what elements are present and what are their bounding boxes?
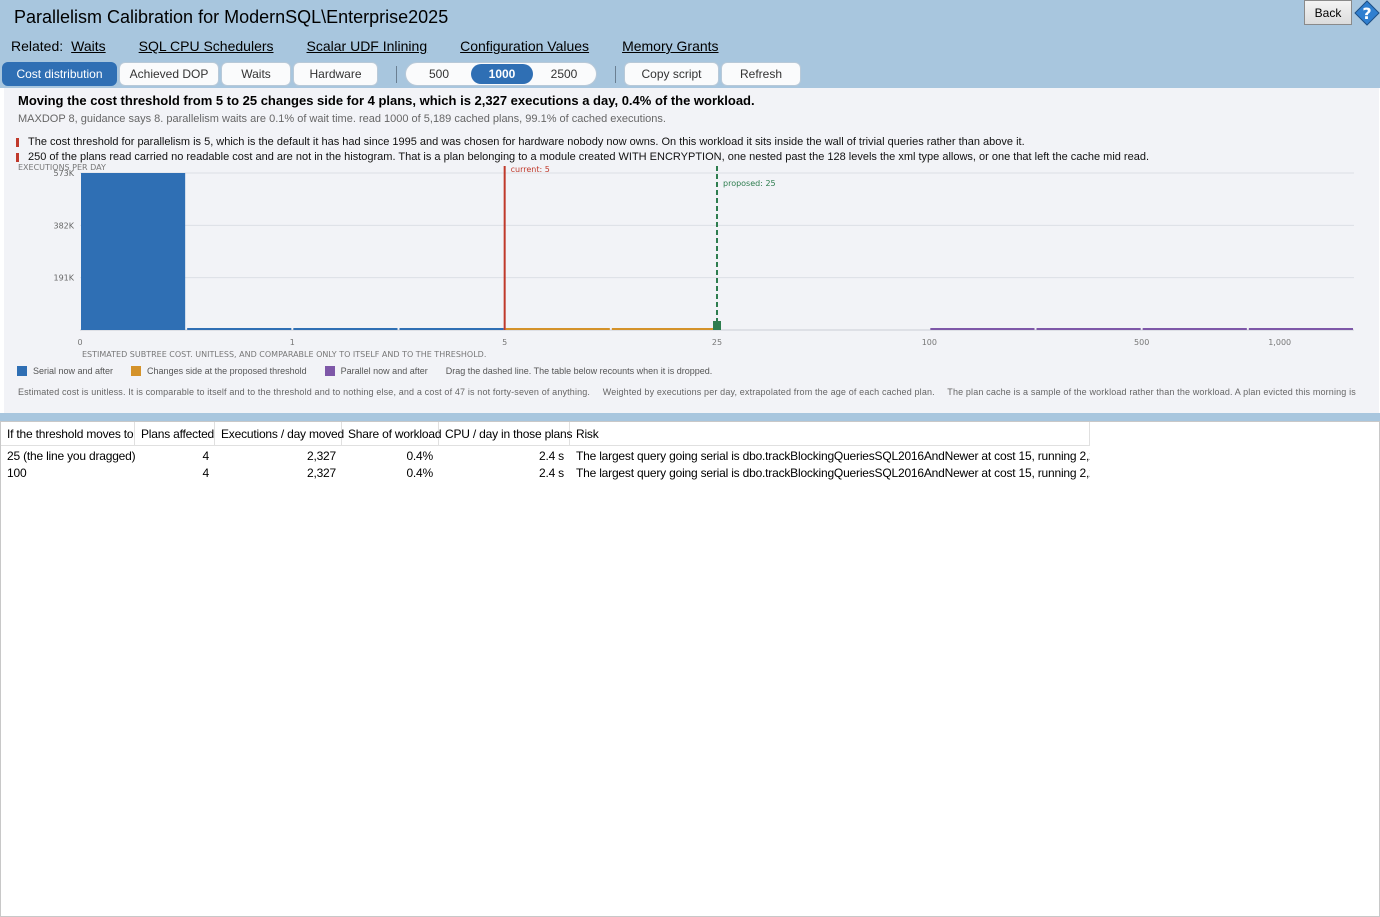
histogram-bar bbox=[399, 328, 504, 330]
legend-swatch-changes-side bbox=[131, 366, 142, 376]
toolbar-divider bbox=[396, 66, 397, 83]
cell-plans-affected: 4 bbox=[202, 449, 210, 463]
column-header-plans-affected[interactable]: Plans affected bbox=[135, 422, 215, 446]
proposed-threshold-label: proposed: 25 bbox=[723, 179, 776, 188]
tab-achieved-dop[interactable]: Achieved DOP bbox=[119, 62, 219, 86]
cell-risk: The largest query going serial is dbo.tr… bbox=[576, 466, 1090, 480]
footnote-weighting: Weighted by executions per day, extrapol… bbox=[602, 387, 935, 397]
x-tick-label: 5 bbox=[502, 338, 507, 347]
threshold-drag-handle bbox=[713, 321, 721, 330]
related-label: Related: bbox=[11, 38, 64, 54]
footnote-plan-cache: The plan cache is a sample of the worklo… bbox=[947, 387, 1356, 397]
x-tick-label: 1 bbox=[290, 338, 295, 347]
table-row[interactable]: 25 (the line you dragged) 4 2,327 0.4% 2… bbox=[1, 448, 1090, 465]
back-button[interactable]: Back bbox=[1304, 0, 1352, 25]
y-axis-label: EXECUTIONS PER DAY bbox=[18, 163, 106, 172]
cell-risk: The largest query going serial is dbo.tr… bbox=[576, 449, 1090, 463]
legend-drag-hint: Drag the dashed line. The table below re… bbox=[445, 366, 713, 376]
toolbar-divider bbox=[615, 66, 616, 83]
cell-threshold: 25 (the line you dragged) bbox=[7, 449, 135, 463]
x-axis-label: ESTIMATED SUBTREE COST. UNITLESS, AND CO… bbox=[82, 350, 486, 359]
legend-item-serial: Serial now and after bbox=[17, 366, 113, 376]
cell-executions-moved: 2,327 bbox=[306, 449, 336, 463]
histogram-bar bbox=[1248, 328, 1353, 330]
histogram-bar bbox=[293, 328, 398, 330]
help-icon[interactable]: ? bbox=[1354, 0, 1380, 26]
related-link-waits[interactable]: Waits bbox=[71, 38, 105, 54]
tab-hardware[interactable]: Hardware bbox=[293, 62, 378, 86]
legend-label-parallel: Parallel now and after bbox=[340, 366, 428, 376]
histogram-bar bbox=[1036, 328, 1141, 330]
cell-cpu-per-day: 2.4 s bbox=[538, 449, 564, 463]
table-row[interactable]: 100 4 2,327 0.4% 2.4 s The largest query… bbox=[1, 465, 1090, 482]
histogram-bar bbox=[505, 328, 610, 330]
column-header-threshold[interactable]: If the threshold moves to bbox=[1, 422, 135, 446]
svg-text:?: ? bbox=[1362, 4, 1371, 23]
related-link-configuration-values[interactable]: Configuration Values bbox=[460, 38, 589, 54]
column-header-share-of-workload[interactable]: Share of workload bbox=[342, 422, 442, 446]
related-link-memory-grants[interactable]: Memory Grants bbox=[622, 38, 718, 54]
y-tick-label: 382K bbox=[53, 221, 74, 230]
chart-legend: Serial now and after Changes side at the… bbox=[17, 366, 712, 376]
current-threshold-label: current: 5 bbox=[511, 165, 550, 174]
column-header-cpu-per-day[interactable]: CPU / day in those plans bbox=[439, 422, 572, 446]
cell-cpu-per-day: 2.4 s bbox=[538, 466, 564, 480]
x-tick-label: 1,000 bbox=[1268, 338, 1291, 347]
y-tick-label: 191K bbox=[53, 274, 74, 283]
cost-histogram-chart: 191K382K573KEXECUTIONS PER DAY0 1 5 25 100 50… bbox=[18, 163, 1354, 359]
x-tick-label: 500 bbox=[1134, 338, 1149, 347]
sample-1000-option[interactable]: 1000 bbox=[471, 64, 533, 84]
column-header-executions-moved[interactable]: Executions / day moved bbox=[215, 422, 344, 446]
legend-swatch-parallel bbox=[324, 366, 335, 376]
page-title: Parallelism Calibration for ModernSQL\En… bbox=[14, 7, 449, 27]
cost-distribution-panel: Moving the cost threshold from 5 to 25 c… bbox=[4, 88, 1379, 413]
related-links: Related: Waits SQL CPU Schedulers Scalar… bbox=[11, 38, 752, 54]
table-header: If the threshold moves to Plans affected… bbox=[1, 422, 1090, 446]
copy-script-button[interactable]: Copy script bbox=[624, 62, 719, 86]
sample-size-selector: 500 1000 2500 bbox=[405, 62, 597, 86]
cell-share-of-workload: 0.4% bbox=[406, 466, 433, 480]
tab-waits[interactable]: Waits bbox=[221, 62, 291, 86]
refresh-button[interactable]: Refresh bbox=[721, 62, 801, 86]
legend-item-parallel: Parallel now and after bbox=[324, 366, 428, 376]
threshold-impact-table: If the threshold moves to Plans affected… bbox=[0, 421, 1380, 917]
histogram-bar bbox=[930, 328, 1035, 330]
histogram-bar bbox=[187, 328, 292, 330]
legend-swatch-serial bbox=[17, 366, 27, 376]
legend-item-changes-side: Changes side at the proposed threshold bbox=[131, 366, 307, 376]
chart-footnotes: Estimated cost is unitless. It is compar… bbox=[18, 387, 1366, 397]
sample-2500-option[interactable]: 2500 bbox=[534, 64, 594, 84]
cell-plans-affected: 4 bbox=[202, 466, 210, 480]
related-link-scalar-udf-inlining[interactable]: Scalar UDF Inlining bbox=[307, 38, 428, 54]
histogram-bar bbox=[611, 328, 716, 330]
sample-500-option[interactable]: 500 bbox=[408, 64, 470, 84]
cell-share-of-workload: 0.4% bbox=[406, 449, 433, 463]
legend-label-changes-side: Changes side at the proposed threshold bbox=[147, 366, 307, 376]
panel-divider bbox=[0, 413, 1380, 421]
column-header-risk[interactable]: Risk bbox=[570, 422, 1090, 446]
cell-threshold: 100 bbox=[7, 466, 27, 480]
related-link-sql-cpu-schedulers[interactable]: SQL CPU Schedulers bbox=[139, 38, 274, 54]
histogram-bar bbox=[1142, 328, 1247, 330]
legend-label-serial: Serial now and after bbox=[33, 366, 114, 376]
tab-cost-distribution[interactable]: Cost distribution bbox=[2, 62, 117, 86]
footnote-cost-unitless: Estimated cost is unitless. It is compar… bbox=[18, 387, 591, 397]
histogram-bar bbox=[81, 173, 186, 330]
x-tick-label: 25 bbox=[712, 338, 722, 347]
cell-executions-moved: 2,327 bbox=[306, 466, 336, 480]
x-tick-label: 0 bbox=[77, 338, 82, 347]
x-tick-label: 100 bbox=[922, 338, 937, 347]
